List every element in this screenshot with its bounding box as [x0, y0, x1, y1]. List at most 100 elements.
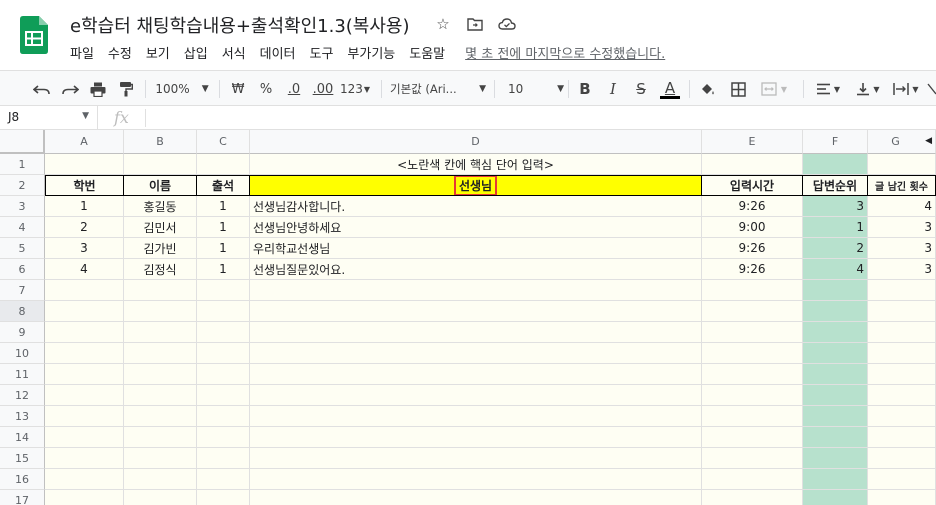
empty-cell-c[interactable] — [197, 490, 250, 505]
empty-cell-c[interactable] — [197, 322, 250, 343]
row-header[interactable]: 13 — [0, 406, 45, 427]
header-name[interactable]: 이름 — [124, 175, 197, 196]
empty-cell-g[interactable] — [868, 322, 936, 343]
column-header-f[interactable]: F — [803, 130, 868, 154]
menu-tools[interactable]: 도구 — [310, 43, 341, 62]
empty-cell-d[interactable] — [250, 301, 702, 322]
menu-view[interactable]: 보기 — [146, 43, 177, 62]
empty-cell-a[interactable] — [45, 490, 124, 505]
student-id-cell[interactable]: 3 — [45, 238, 124, 259]
header-keyword[interactable]: 선생님 — [250, 175, 702, 196]
cell-a1[interactable] — [45, 154, 124, 175]
empty-cell-g[interactable] — [868, 448, 936, 469]
row-header[interactable]: 16 — [0, 469, 45, 490]
empty-cell-e[interactable] — [702, 427, 803, 448]
horizontal-align-icon[interactable]: ▼ — [810, 77, 846, 101]
header-input-time[interactable]: 입력시간 — [702, 175, 803, 196]
empty-cell-d[interactable] — [250, 280, 702, 301]
empty-cell-f[interactable] — [803, 385, 868, 406]
empty-cell-f[interactable] — [803, 280, 868, 301]
empty-cell-f[interactable] — [803, 343, 868, 364]
print-icon[interactable] — [86, 77, 110, 101]
header-answer-rank[interactable]: 답변순위 — [803, 175, 868, 196]
cell-e1[interactable] — [702, 154, 803, 175]
empty-cell-e[interactable] — [702, 469, 803, 490]
empty-cell-a[interactable] — [45, 469, 124, 490]
empty-cell-d[interactable] — [250, 364, 702, 385]
empty-cell-e[interactable] — [702, 490, 803, 505]
empty-cell-g[interactable] — [868, 364, 936, 385]
menu-data[interactable]: 데이터 — [260, 43, 303, 62]
input-time-cell[interactable]: 9:26 — [702, 259, 803, 280]
column-header-c[interactable]: C — [197, 130, 250, 154]
cell-c1[interactable] — [197, 154, 250, 175]
currency-format-button[interactable]: ₩ — [226, 77, 250, 101]
empty-cell-b[interactable] — [124, 280, 197, 301]
empty-cell-d[interactable] — [250, 490, 702, 505]
empty-cell-g[interactable] — [868, 343, 936, 364]
move-folder-icon[interactable] — [465, 14, 485, 34]
empty-cell-g[interactable] — [868, 469, 936, 490]
empty-cell-a[interactable] — [45, 280, 124, 301]
empty-cell-f[interactable] — [803, 469, 868, 490]
student-name-cell[interactable]: 김가빈 — [124, 238, 197, 259]
empty-cell-c[interactable] — [197, 364, 250, 385]
empty-cell-d[interactable] — [250, 322, 702, 343]
empty-cell-b[interactable] — [124, 385, 197, 406]
empty-cell-b[interactable] — [124, 469, 197, 490]
empty-cell-a[interactable] — [45, 448, 124, 469]
row-header[interactable]: 17 — [0, 490, 45, 505]
scroll-right-icon[interactable]: ◀ — [925, 136, 932, 146]
empty-cell-a[interactable] — [45, 301, 124, 322]
row-header[interactable]: 14 — [0, 427, 45, 448]
post-count-cell[interactable]: 3 — [868, 259, 936, 280]
empty-cell-g[interactable] — [868, 301, 936, 322]
empty-cell-a[interactable] — [45, 406, 124, 427]
fill-color-icon[interactable] — [696, 77, 720, 101]
input-time-cell[interactable]: 9:00 — [702, 217, 803, 238]
empty-cell-g[interactable] — [868, 427, 936, 448]
bold-button[interactable]: B — [574, 77, 596, 101]
empty-cell-e[interactable] — [702, 448, 803, 469]
post-count-cell[interactable]: 3 — [868, 217, 936, 238]
empty-cell-g[interactable] — [868, 490, 936, 505]
row-header[interactable]: 8 — [0, 301, 45, 322]
answer-rank-cell[interactable]: 3 — [803, 196, 868, 217]
empty-cell-g[interactable] — [868, 406, 936, 427]
input-time-cell[interactable]: 9:26 — [702, 238, 803, 259]
empty-cell-g[interactable] — [868, 385, 936, 406]
empty-cell-d[interactable] — [250, 385, 702, 406]
empty-cell-f[interactable] — [803, 364, 868, 385]
empty-cell-f[interactable] — [803, 301, 868, 322]
student-name-cell[interactable]: 김정식 — [124, 259, 197, 280]
answer-rank-cell[interactable]: 2 — [803, 238, 868, 259]
input-time-cell[interactable]: 9:26 — [702, 196, 803, 217]
empty-cell-d[interactable] — [250, 406, 702, 427]
empty-cell-c[interactable] — [197, 427, 250, 448]
empty-cell-a[interactable] — [45, 427, 124, 448]
empty-cell-f[interactable] — [803, 427, 868, 448]
row-header[interactable]: 15 — [0, 448, 45, 469]
menu-insert[interactable]: 삽입 — [184, 43, 215, 62]
empty-cell-e[interactable] — [702, 343, 803, 364]
empty-cell-f[interactable] — [803, 322, 868, 343]
row-header[interactable]: 3 — [0, 196, 45, 217]
italic-button[interactable]: I — [602, 77, 624, 101]
attendance-cell[interactable]: 1 — [197, 259, 250, 280]
post-count-cell[interactable]: 3 — [868, 238, 936, 259]
empty-cell-f[interactable] — [803, 448, 868, 469]
column-header-a[interactable]: A — [45, 130, 124, 154]
message-cell[interactable]: 선생님질문있어요. — [250, 259, 702, 280]
empty-cell-d[interactable] — [250, 427, 702, 448]
cell-g1[interactable] — [868, 154, 936, 175]
post-count-cell[interactable]: 4 — [868, 196, 936, 217]
student-id-cell[interactable]: 1 — [45, 196, 124, 217]
column-header-b[interactable]: B — [124, 130, 197, 154]
name-box[interactable]: J8 ▼ — [0, 106, 98, 130]
empty-cell-d[interactable] — [250, 343, 702, 364]
attendance-cell[interactable]: 1 — [197, 196, 250, 217]
merge-cells-icon[interactable]: ▼ — [754, 77, 794, 101]
menu-help[interactable]: 도움말 — [409, 43, 452, 62]
empty-cell-e[interactable] — [702, 406, 803, 427]
empty-cell-e[interactable] — [702, 364, 803, 385]
